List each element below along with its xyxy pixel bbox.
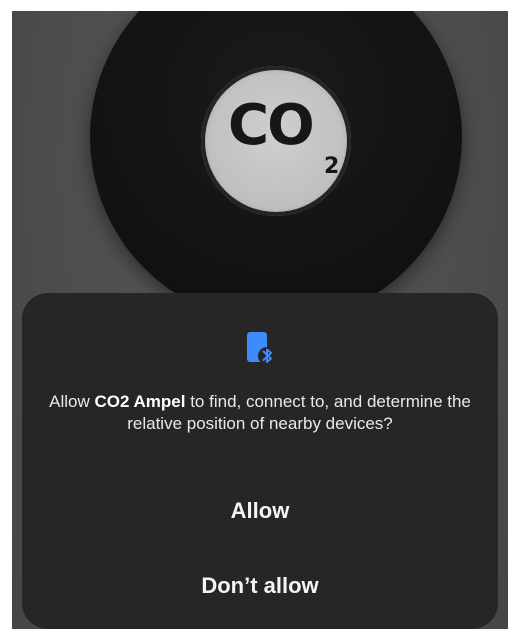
- nearby-devices-bluetooth-icon: [247, 332, 276, 365]
- permission-dialog: Allow CO2 Ampel to find, connect to, and…: [22, 293, 498, 629]
- allow-button[interactable]: Allow: [22, 486, 498, 536]
- dont-allow-button[interactable]: Don’t allow: [22, 561, 498, 611]
- permission-message: Allow CO2 Ampel to find, connect to, and…: [38, 391, 482, 435]
- message-prefix: Allow: [49, 392, 95, 411]
- app-screen: CO 2 Allow CO2 Ampel to find, connect to…: [12, 11, 508, 629]
- app-name: CO2 Ampel: [94, 392, 186, 411]
